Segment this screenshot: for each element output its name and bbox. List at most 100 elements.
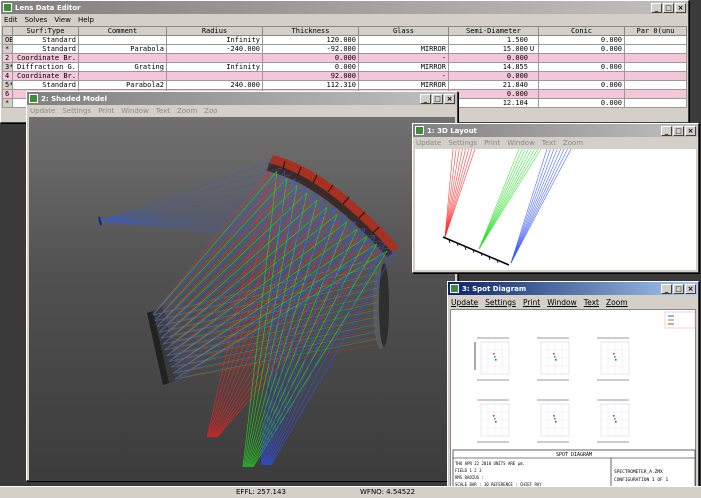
table-cell-num[interactable]: OBJ	[2, 35, 13, 45]
table-cell-thickness[interactable]: 112.310	[262, 80, 359, 90]
table-cell-conic[interactable]: 0.000	[538, 98, 625, 108]
maximize-button[interactable]: □	[432, 93, 443, 104]
table-cell-type[interactable]: Standard	[12, 44, 79, 54]
column-header[interactable]: Glass	[358, 26, 449, 36]
menu-item-settings[interactable]: Settings	[448, 139, 477, 147]
table-cell-num[interactable]: *	[2, 98, 13, 108]
table-cell-conic[interactable]	[538, 53, 625, 63]
table-cell-conic[interactable]: 0.000	[538, 44, 625, 54]
menu-item-print[interactable]: Print	[98, 107, 114, 115]
table-cell-comment[interactable]: Parabola	[78, 44, 167, 54]
minimize-button[interactable]: _	[661, 125, 672, 136]
table-cell-thickness[interactable]: 0.000	[262, 53, 359, 63]
table-cell-conic[interactable]: 0.000	[538, 62, 625, 72]
table-cell-thickness[interactable]: 0.000	[262, 62, 359, 72]
column-header[interactable]: Semi-Diameter	[448, 26, 539, 36]
menu-item-update[interactable]: Update	[451, 298, 478, 307]
menu-item-help[interactable]: Help	[78, 16, 94, 24]
close-button[interactable]: ×	[675, 2, 686, 13]
table-cell-glass[interactable]: -	[358, 53, 449, 63]
maximize-button[interactable]: □	[673, 125, 684, 136]
table-cell-semi[interactable]: 0.000	[448, 53, 539, 63]
layout-titlebar[interactable]: 1: 3D Layout _ □ ×	[413, 124, 698, 137]
minimize-button[interactable]: _	[420, 93, 431, 104]
menu-item-zoom[interactable]: Zoom	[177, 107, 197, 115]
maximize-button[interactable]: □	[673, 283, 684, 294]
table-cell-type[interactable]: Standard	[12, 80, 79, 90]
column-header[interactable]: Conic	[538, 26, 625, 36]
table-cell-par[interactable]	[624, 35, 687, 45]
table-cell-radius[interactable]: 240.000	[166, 80, 263, 90]
table-cell-semi[interactable]: 1.500	[448, 35, 539, 45]
table-row[interactable]: * Standard Parabola -240.000 -92.000 MIRROR 15…	[2, 44, 687, 54]
menu-item-print[interactable]: Print	[523, 298, 540, 307]
table-row[interactable]: 5*StandardParabola2240.000112.310MIRROR 2…	[2, 80, 687, 90]
close-button[interactable]: ×	[685, 125, 696, 136]
table-cell-conic[interactable]: 0.000	[538, 80, 625, 90]
3d-layout-window[interactable]: 1: 3D Layout _ □ × Update Settings Print Wi…	[412, 123, 699, 273]
table-cell-comment[interactable]: Parabola2	[78, 80, 167, 90]
table-cell-type[interactable]: Coordinate Br.	[12, 71, 79, 81]
table-cell-semi[interactable]: 0.000	[448, 89, 539, 99]
table-cell-conic[interactable]	[538, 89, 625, 99]
menu-item-edit[interactable]: Edit	[4, 16, 18, 24]
menu-item-view[interactable]: View	[54, 16, 71, 24]
table-cell-glass[interactable]: MIRROR	[358, 80, 449, 90]
column-header[interactable]: Radius	[166, 26, 263, 36]
shaded-titlebar[interactable]: 2: Shaded Model _ □ ×	[27, 92, 457, 105]
table-cell-radius[interactable]: -240.000	[166, 44, 263, 54]
menu-item-zoom[interactable]: Zoom	[606, 298, 628, 307]
maximize-button[interactable]: □	[663, 2, 674, 13]
table-cell-thickness[interactable]: 120.000	[262, 35, 359, 45]
table-cell-par[interactable]	[624, 80, 687, 90]
table-cell-num[interactable]: 4	[2, 71, 13, 81]
menu-item-text[interactable]: Text	[542, 139, 556, 147]
table-cell-glass[interactable]	[358, 35, 449, 45]
table-cell-par[interactable]	[624, 44, 687, 54]
column-header[interactable]: Surf:Type	[12, 26, 79, 36]
table-cell-semi[interactable]: 12.104	[448, 98, 539, 108]
table-row[interactable]: 3*Diffraction G.GratingInfinity0.000MIRR…	[2, 62, 687, 72]
table-cell-type[interactable]: Diffraction G.	[12, 62, 79, 72]
table-cell-num[interactable]: *	[2, 44, 13, 54]
menu-item-window[interactable]: Window	[507, 139, 535, 147]
table-cell-glass[interactable]: MIRROR	[358, 62, 449, 72]
spot-diagram-canvas[interactable]: SPOT DIAGRAM THU APR 22 2010 UNITS ARE µ…	[450, 309, 696, 492]
table-cell-semi[interactable]: 15.000 U	[448, 44, 539, 54]
table-cell-semi[interactable]: 14.855	[448, 62, 539, 72]
table-cell-num[interactable]: 5*	[2, 80, 13, 90]
menu-item-window[interactable]: Window	[121, 107, 149, 115]
menu-item-text[interactable]: Text	[156, 107, 170, 115]
table-cell-conic[interactable]	[538, 71, 625, 81]
table-cell-par[interactable]	[624, 53, 687, 63]
table-cell-radius[interactable]: Infinity	[166, 35, 263, 45]
shaded-model-window[interactable]: 2: Shaded Model _ □ × Update Settings Prin…	[26, 91, 458, 481]
table-cell-semi[interactable]: 21.840	[448, 80, 539, 90]
table-cell-semi[interactable]: 0.000	[448, 71, 539, 81]
table-cell-thickness[interactable]: 92.000	[262, 71, 359, 81]
menu-item-settings[interactable]: Settings	[62, 107, 91, 115]
shaded-model-canvas[interactable]	[29, 117, 455, 480]
table-cell-par[interactable]	[624, 98, 687, 108]
table-cell-comment[interactable]	[78, 71, 167, 81]
3d-layout-canvas[interactable]	[415, 148, 696, 270]
close-button[interactable]: ×	[685, 283, 696, 294]
table-cell-type[interactable]: Coordinate Br.	[12, 53, 79, 63]
spot-diagram-window[interactable]: 3: Spot Diagram _ □ × Update Settings Prin…	[447, 281, 699, 494]
column-header[interactable]: Par 0(unu	[624, 26, 687, 36]
table-cell-par[interactable]	[624, 62, 687, 72]
table-cell-radius[interactable]	[166, 71, 263, 81]
spot-titlebar[interactable]: 3: Spot Diagram _ □ ×	[448, 282, 698, 295]
table-cell-comment[interactable]: Grating	[78, 62, 167, 72]
menu-item-window[interactable]: Window	[547, 298, 577, 307]
table-cell-num[interactable]: 6	[2, 89, 13, 99]
menu-item-update[interactable]: Update	[30, 107, 55, 115]
menu-item-zoo[interactable]: Zoo	[204, 107, 217, 115]
table-cell-comment[interactable]	[78, 53, 167, 63]
table-cell-glass[interactable]: MIRROR	[358, 44, 449, 54]
menu-item-update[interactable]: Update	[416, 139, 441, 147]
table-cell-comment[interactable]	[78, 35, 167, 45]
minimize-button[interactable]: _	[661, 283, 672, 294]
table-cell-conic[interactable]: 0.000	[538, 35, 625, 45]
table-cell-par[interactable]	[624, 71, 687, 81]
